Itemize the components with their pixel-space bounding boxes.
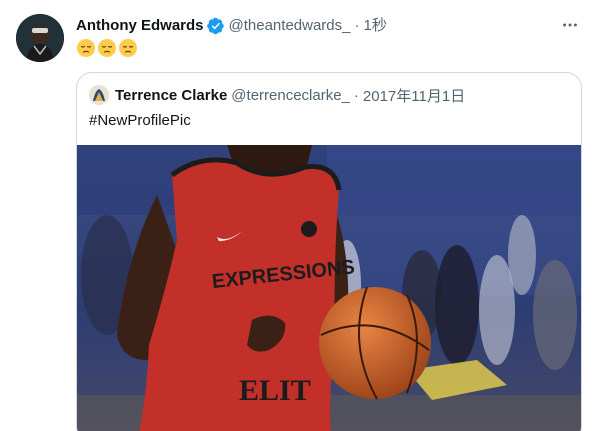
quoted-tweet-timestamp: 2017年11月1日 <box>362 87 466 105</box>
tweet-timestamp[interactable]: 1秒 <box>364 16 387 36</box>
quoted-author-avatar <box>89 85 109 105</box>
author-avatar-image <box>16 14 64 62</box>
basketball-photo: EXPRESSIONS ELIT <box>77 145 581 431</box>
separator-dot: · <box>354 17 360 34</box>
verified-badge-icon <box>206 17 225 35</box>
tweet-header: Anthony Edwards @theantedwards_ · 1秒 <box>76 16 387 36</box>
author-handle[interactable]: @theantedwards_ <box>229 16 351 36</box>
pensive-face-emoji-icon <box>97 38 117 58</box>
jersey-text-bottom: ELIT <box>239 374 311 407</box>
quoted-tweet-header: Terrence Clarke @terrenceclarke_ · 2017年… <box>89 85 465 105</box>
author-display-name[interactable]: Anthony Edwards <box>76 16 204 36</box>
author-avatar[interactable] <box>16 14 64 62</box>
quoted-tweet-card[interactable]: Terrence Clarke @terrenceclarke_ · 2017年… <box>76 72 582 431</box>
quoted-author-display-name: Terrence Clarke <box>115 86 228 104</box>
quoted-tweet-image[interactable]: EXPRESSIONS ELIT <box>77 145 581 431</box>
quoted-separator-dot: · <box>353 86 359 104</box>
pensive-face-emoji-icon <box>76 38 96 58</box>
quoted-author-handle: @terrenceclarke_ <box>231 86 350 104</box>
tweet-text <box>76 38 138 62</box>
quoted-tweet-text: #NewProfilePic <box>89 112 191 129</box>
more-horizontal-icon[interactable] <box>560 15 580 35</box>
pensive-face-emoji-icon <box>118 38 138 58</box>
